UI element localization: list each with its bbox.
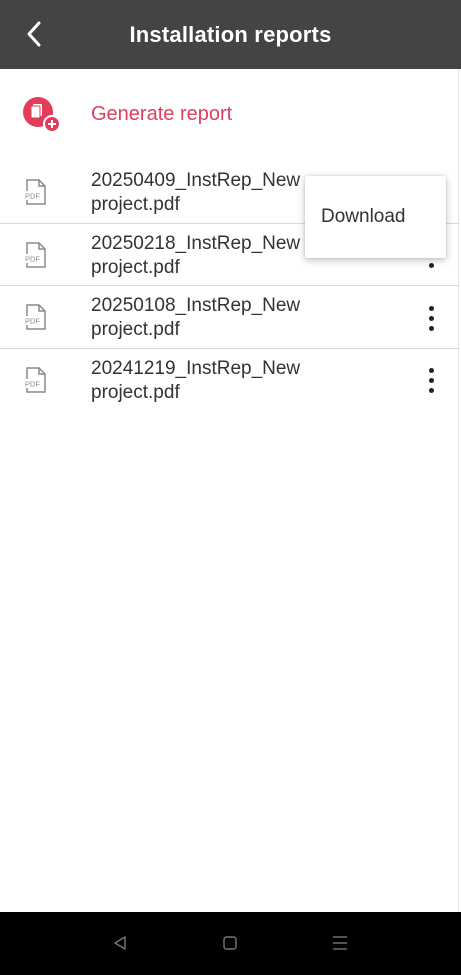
kebab-dot xyxy=(428,368,434,373)
app-header: Installation reports xyxy=(0,0,461,69)
kebab-dot xyxy=(428,305,434,311)
pdf-file-icon: PDF xyxy=(24,304,46,330)
report-file-name: 20241219_InstRep_New project.pdf xyxy=(91,357,321,405)
report-file-name: 20250108_InstRep_New project.pdf xyxy=(91,294,321,342)
kebab-dot xyxy=(428,325,434,331)
home-square-icon xyxy=(223,936,237,950)
svg-text:PDF: PDF xyxy=(25,192,40,201)
pdf-file-icon: PDF xyxy=(24,241,46,268)
file-name-line-1: 20250108_InstRep_New xyxy=(91,295,301,316)
system-navbar xyxy=(0,912,461,975)
file-name-line-2: project.pdf xyxy=(91,256,180,278)
generate-report-label: Generate report xyxy=(91,103,233,125)
svg-text:PDF: PDF xyxy=(25,317,40,326)
generate-report-button[interactable]: Generate report xyxy=(0,85,459,145)
pdf-file-icon: PDF xyxy=(24,179,46,205)
file-name-line-2: project.pdf xyxy=(91,319,180,340)
svg-text:PDF: PDF xyxy=(25,254,40,263)
file-name-line-2: project.pdf xyxy=(91,194,180,215)
kebab-dot xyxy=(428,388,434,393)
list-item[interactable]: PDF 20241219_InstRep_New project.pdf xyxy=(0,349,459,412)
pdf-file-icon: PDF xyxy=(24,366,46,393)
more-options-button[interactable] xyxy=(418,302,444,334)
chevron-left-icon xyxy=(27,21,41,47)
more-options-button[interactable] xyxy=(418,365,444,397)
page-title: Installation reports xyxy=(129,21,332,47)
svg-text:PDF: PDF xyxy=(25,379,40,388)
file-name-line-1: 20241219_InstRep_New xyxy=(91,357,301,379)
nav-recents-button[interactable] xyxy=(325,928,355,958)
nav-home-button[interactable] xyxy=(215,928,245,958)
recents-lines-icon xyxy=(333,936,347,950)
file-name-line-1: 20250218_InstRep_New xyxy=(91,232,301,254)
back-button[interactable] xyxy=(14,14,54,54)
context-menu: Download xyxy=(305,176,446,258)
file-name-line-1: 20250409_InstRep_New xyxy=(91,170,301,191)
report-file-name: 20250409_InstRep_New project.pdf xyxy=(91,169,321,217)
back-triangle-icon xyxy=(114,936,126,950)
kebab-dot xyxy=(428,263,434,268)
kebab-dot xyxy=(428,315,434,321)
document-add-icon xyxy=(23,97,61,133)
download-menu-item[interactable]: Download xyxy=(305,194,446,240)
list-item[interactable]: PDF 20250108_InstRep_New project.pdf xyxy=(0,286,459,349)
file-name-line-2: project.pdf xyxy=(91,381,180,403)
nav-back-button[interactable] xyxy=(105,928,135,958)
kebab-dot xyxy=(428,378,434,383)
report-file-name: 20250218_InstRep_New project.pdf xyxy=(91,232,321,280)
